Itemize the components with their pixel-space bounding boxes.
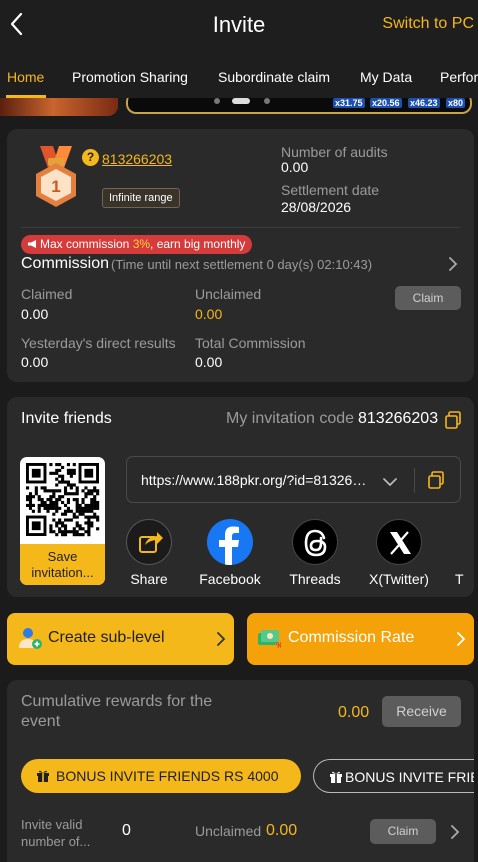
settlement-value: 28/08/2026	[281, 199, 352, 215]
chevron-down-icon[interactable]	[383, 474, 397, 487]
copy-link-icon[interactable]	[428, 471, 444, 489]
money-icon: %	[257, 627, 283, 650]
invite-link-field[interactable]: https://www.188pkr.org/?id=813266203	[126, 456, 461, 503]
threads-icon	[292, 519, 338, 565]
rewards-unclaimed-value: 0.00	[266, 822, 298, 839]
divider	[414, 468, 415, 493]
invite-link-text: https://www.188pkr.org/?id=813266203	[141, 472, 371, 488]
cumulative-rewards-title: Cumulative rewards for the event	[21, 693, 213, 730]
telegram-icon	[439, 519, 478, 565]
bonus-tab-4000[interactable]: BONUS INVITE FRIENDS RS 4000	[21, 759, 301, 793]
share-label: Share	[130, 571, 168, 587]
save-invitation-button[interactable]: Save invitation...	[20, 544, 105, 585]
multiplier-label: x20.56	[370, 98, 402, 108]
chevron-right-icon	[216, 632, 226, 646]
svg-text:%: %	[276, 641, 281, 649]
threads-label: Threads	[289, 571, 341, 587]
x-twitter-icon	[376, 519, 422, 565]
bonus-tab-2000-label: BONUS INVITE FRIENDS RS 2000	[345, 769, 474, 785]
help-icon[interactable]: ?	[82, 149, 99, 166]
qr-code-card[interactable]: Save invitation...	[20, 457, 105, 585]
x-twitter-share-button[interactable]: X(Twitter)	[359, 519, 439, 587]
claimed-value: 0.00	[21, 306, 49, 322]
megaphone-icon	[28, 240, 36, 248]
commission-card: 1 ? 813266203 Infinite range Number of a…	[7, 129, 474, 382]
promo-prefix: Max commission	[40, 237, 133, 251]
yesterday-label: Yesterday's direct results	[21, 335, 176, 351]
receive-button[interactable]: Receive	[382, 696, 461, 727]
cumulative-rewards-card: Cumulative rewards for the event 0.00 Re…	[7, 680, 474, 862]
invitation-code-label: My invitation code	[226, 410, 355, 427]
tab-bar: Home Promotion Sharing Subordinate claim…	[0, 50, 478, 98]
create-sub-level-button[interactable]: Create sub-level	[7, 613, 234, 665]
gift-icon	[330, 771, 342, 783]
invite-friends-card: Invite friends My invitation code 813266…	[7, 397, 474, 597]
tab-my-data[interactable]: My Data	[360, 69, 412, 85]
banner-image-main: x31.75 x20.56 x46.23 x80	[126, 98, 472, 114]
top-bar: Invite Switch to PC	[0, 0, 478, 50]
facebook-label: Facebook	[199, 571, 261, 587]
tab-subordinate-claim[interactable]: Subordinate claim	[218, 69, 330, 85]
commission-rate-button[interactable]: % Commission Rate	[247, 613, 474, 665]
share-icon	[126, 519, 172, 565]
claim-reward-button[interactable]: Claim	[370, 819, 436, 844]
promo-highlight: 3%	[132, 237, 151, 251]
tab-performance[interactable]: Perfor	[440, 69, 478, 85]
telegram-label: T	[455, 571, 464, 587]
chevron-right-icon	[456, 632, 466, 646]
bonus-tab-4000-label: BONUS INVITE FRIENDS RS 4000	[56, 768, 279, 784]
facebook-share-button[interactable]: Facebook	[190, 519, 270, 587]
unclaimed-value: 0.00	[195, 306, 223, 322]
promo-suffix: , earn big monthly	[150, 237, 246, 251]
unclaimed-label: Unclaimed	[195, 286, 262, 302]
telegram-share-button[interactable]: T	[439, 519, 478, 587]
user-id[interactable]: 813266203	[102, 151, 172, 167]
chevron-right-icon[interactable]	[448, 257, 458, 271]
share-button[interactable]: Share	[109, 519, 189, 587]
rewards-unclaimed-label: Unclaimed	[195, 823, 262, 839]
bonus-tab-2000[interactable]: BONUS INVITE FRIENDS RS 2000	[313, 759, 474, 793]
invite-valid-label: Invite valid number of...	[21, 817, 91, 849]
total-commission-value: 0.00	[195, 354, 223, 370]
settlement-countdown: (Time until next settlement 0 day(s) 02:…	[111, 257, 373, 272]
banner-image-left	[0, 98, 118, 116]
threads-share-button[interactable]: Threads	[275, 519, 355, 587]
multiplier-label: x31.75	[333, 98, 365, 108]
claimed-label: Claimed	[21, 286, 73, 302]
settlement-label: Settlement date	[281, 182, 380, 198]
yesterday-value: 0.00	[21, 354, 49, 370]
range-badge: Infinite range	[102, 188, 180, 208]
level-number: 1	[51, 177, 60, 196]
copy-code-icon[interactable]	[445, 411, 461, 429]
divider	[21, 227, 460, 228]
carousel-dot[interactable]	[214, 98, 220, 104]
invite-title: Invite friends	[21, 410, 112, 427]
total-commission-label: Total Commission	[195, 335, 306, 351]
commission-title: Commission	[21, 255, 110, 272]
facebook-icon	[207, 519, 253, 565]
promo-badge: Max commission 3%, earn big monthly	[21, 235, 253, 254]
chevron-right-icon[interactable]	[450, 825, 460, 839]
carousel-dot-active[interactable]	[232, 98, 250, 104]
multiplier-label: x80	[446, 98, 466, 108]
audits-label: Number of audits	[281, 144, 388, 160]
audits-value: 0.00	[281, 159, 309, 175]
create-sub-level-label: Create sub-level	[48, 629, 165, 646]
commission-rate-label: Commission Rate	[288, 629, 415, 646]
x-twitter-label: X(Twitter)	[369, 571, 429, 587]
gift-icon	[37, 770, 49, 782]
level-medal-icon: 1	[31, 146, 81, 208]
tab-promotion-sharing[interactable]: Promotion Sharing	[72, 69, 188, 85]
tab-home[interactable]: Home	[7, 69, 44, 85]
invite-valid-value: 0	[122, 822, 131, 839]
switch-to-pc-link[interactable]: Switch to PC	[382, 15, 474, 33]
cumulative-rewards-value: 0.00	[338, 704, 370, 721]
invitation-code: 813266203	[358, 410, 439, 427]
claim-commission-button[interactable]: Claim	[395, 286, 461, 310]
multiplier-label: x46.23	[408, 98, 440, 108]
carousel-dot[interactable]	[264, 98, 270, 104]
add-user-icon	[18, 626, 42, 650]
qr-code-image	[26, 463, 100, 537]
banner-carousel[interactable]: x31.75 x20.56 x46.23 x80	[0, 98, 478, 116]
